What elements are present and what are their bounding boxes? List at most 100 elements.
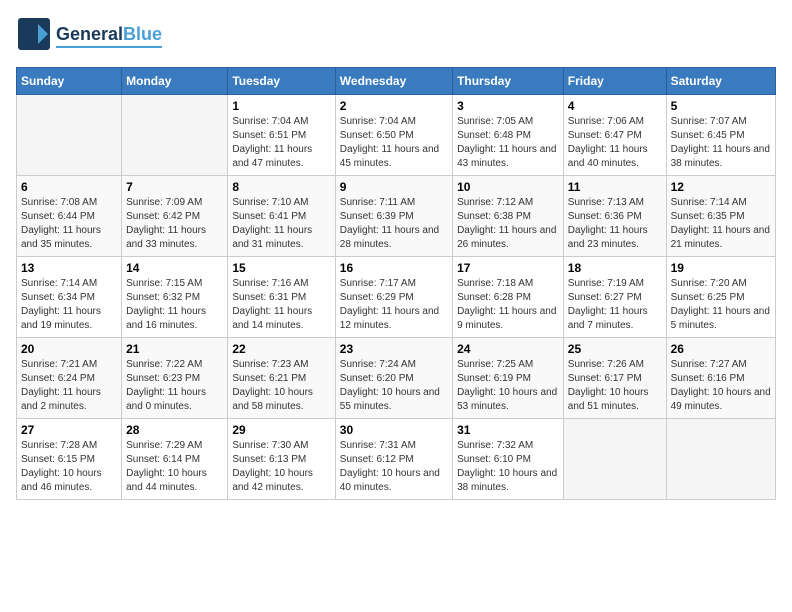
calendar-cell: 14Sunrise: 7:15 AMSunset: 6:32 PMDayligh… (122, 257, 228, 338)
day-info: Sunrise: 7:07 AMSunset: 6:45 PMDaylight:… (671, 115, 771, 171)
calendar-cell: 21 Sunrise: 7:22 AMSunset: 6:23 PMDayligh… (122, 338, 228, 419)
day-info: Sunrise: 7:29 AMSunset: 6:14 PMDaylight:… (126, 439, 223, 495)
calendar-week-row: 27 Sunrise: 7:28 AMSunset: 6:15 PMDayligh… (17, 419, 776, 500)
calendar-cell: 1 Sunrise: 7:04 AMSunset: 6:51 PMDaylight… (228, 95, 335, 176)
calendar-cell: 6 Sunrise: 7:08 AMSunset: 6:44 PMDaylight… (17, 176, 122, 257)
day-number: 24 (457, 342, 559, 356)
day-number: 5 (671, 99, 771, 113)
calendar-cell: 5 Sunrise: 7:07 AMSunset: 6:45 PMDaylight… (666, 95, 775, 176)
calendar-cell: 29 Sunrise: 7:30 AMSunset: 6:13 PMDayligh… (228, 419, 335, 500)
day-info: Sunrise: 7:31 AMSunset: 6:12 PMDaylight:… (340, 439, 448, 495)
calendar-cell: 27 Sunrise: 7:28 AMSunset: 6:15 PMDayligh… (17, 419, 122, 500)
calendar-cell: 3 Sunrise: 7:05 AMSunset: 6:48 PMDaylight… (453, 95, 564, 176)
day-number: 23 (340, 342, 448, 356)
day-info: Sunrise: 7:28 AMSunset: 6:15 PMDaylight:… (21, 439, 117, 495)
calendar-cell: 4 Sunrise: 7:06 AMSunset: 6:47 PMDaylight… (563, 95, 666, 176)
calendar-cell: 28 Sunrise: 7:29 AMSunset: 6:14 PMDayligh… (122, 419, 228, 500)
calendar-table: SundayMondayTuesdayWednesdayThursdayFrid… (16, 67, 776, 500)
calendar-week-row: 6 Sunrise: 7:08 AMSunset: 6:44 PMDaylight… (17, 176, 776, 257)
day-info: Sunrise: 7:22 AMSunset: 6:23 PMDaylight:… (126, 358, 223, 414)
day-number: 4 (568, 99, 662, 113)
day-number: 13 (21, 261, 117, 275)
calendar-cell: 13 Sunrise: 7:14 AMSunset: 6:34 PMDayligh… (17, 257, 122, 338)
calendar-cell: 15 Sunrise: 7:16 AMSunset: 6:31 PMDayligh… (228, 257, 335, 338)
day-number: 20 (21, 342, 117, 356)
day-info: Sunrise: 7:11 AMSunset: 6:39 PMDaylight:… (340, 196, 448, 252)
day-info: Sunrise: 7:20 AMSunset: 6:25 PMDaylight:… (671, 277, 771, 333)
calendar-week-row: 13 Sunrise: 7:14 AMSunset: 6:34 PMDayligh… (17, 257, 776, 338)
weekday-header: Friday (563, 68, 666, 95)
weekday-header: Monday (122, 68, 228, 95)
day-info: Sunrise: 7:05 AMSunset: 6:48 PMDaylight:… (457, 115, 559, 171)
day-number: 16 (340, 261, 448, 275)
day-info: Sunrise: 7:16 AMSunset: 6:31 PMDaylight:… (232, 277, 330, 333)
calendar-cell: 25 Sunrise: 7:26 AMSunset: 6:17 PMDayligh… (563, 338, 666, 419)
calendar-cell (17, 95, 122, 176)
day-number: 25 (568, 342, 662, 356)
day-info: Sunrise: 7:09 AMSunset: 6:42 PMDaylight:… (126, 196, 223, 252)
calendar-cell: 18 Sunrise: 7:19 AMSunset: 6:27 PMDayligh… (563, 257, 666, 338)
day-number: 27 (21, 423, 117, 437)
day-number: 21 (126, 342, 223, 356)
day-info: Sunrise: 7:19 AMSunset: 6:27 PMDaylight:… (568, 277, 662, 333)
calendar-cell: 22 Sunrise: 7:23 AMSunset: 6:21 PMDayligh… (228, 338, 335, 419)
weekday-header: Thursday (453, 68, 564, 95)
weekday-header: Tuesday (228, 68, 335, 95)
day-number: 8 (232, 180, 330, 194)
calendar-cell: 31 Sunrise: 7:32 AMSunset: 6:10 PMDayligh… (453, 419, 564, 500)
weekday-header: Wednesday (335, 68, 452, 95)
day-number: 6 (21, 180, 117, 194)
day-number: 29 (232, 423, 330, 437)
day-number: 28 (126, 423, 223, 437)
calendar-cell: 24 Sunrise: 7:25 AMSunset: 6:19 PMDayligh… (453, 338, 564, 419)
day-info: Sunrise: 7:04 AMSunset: 6:50 PMDaylight:… (340, 115, 448, 171)
calendar-body: 1 Sunrise: 7:04 AMSunset: 6:51 PMDaylight… (17, 95, 776, 500)
day-number: 7 (126, 180, 223, 194)
day-info: Sunrise: 7:14 AMSunset: 6:34 PMDaylight:… (21, 277, 117, 333)
calendar-week-row: 1 Sunrise: 7:04 AMSunset: 6:51 PMDaylight… (17, 95, 776, 176)
calendar-cell: 23 Sunrise: 7:24 AMSunset: 6:20 PMDayligh… (335, 338, 452, 419)
day-info: Sunrise: 7:10 AMSunset: 6:41 PMDaylight:… (232, 196, 330, 252)
calendar-cell: 7 Sunrise: 7:09 AMSunset: 6:42 PMDaylight… (122, 176, 228, 257)
weekday-header: Sunday (17, 68, 122, 95)
calendar-cell: 9Sunrise: 7:11 AMSunset: 6:39 PMDaylight… (335, 176, 452, 257)
calendar-cell: 12Sunrise: 7:14 AMSunset: 6:35 PMDayligh… (666, 176, 775, 257)
page-header: GeneralBlue (16, 16, 776, 57)
day-info: Sunrise: 7:24 AMSunset: 6:20 PMDaylight:… (340, 358, 448, 414)
calendar-header: SundayMondayTuesdayWednesdayThursdayFrid… (17, 68, 776, 95)
calendar-cell (666, 419, 775, 500)
calendar-cell: 11 Sunrise: 7:13 AMSunset: 6:36 PMDayligh… (563, 176, 666, 257)
day-number: 18 (568, 261, 662, 275)
day-info: Sunrise: 7:13 AMSunset: 6:36 PMDaylight:… (568, 196, 662, 252)
day-info: Sunrise: 7:27 AMSunset: 6:16 PMDaylight:… (671, 358, 771, 414)
calendar-cell: 2 Sunrise: 7:04 AMSunset: 6:50 PMDaylight… (335, 95, 452, 176)
day-number: 1 (232, 99, 330, 113)
day-info: Sunrise: 7:12 AMSunset: 6:38 PMDaylight:… (457, 196, 559, 252)
day-info: Sunrise: 7:30 AMSunset: 6:13 PMDaylight:… (232, 439, 330, 495)
day-number: 3 (457, 99, 559, 113)
day-number: 30 (340, 423, 448, 437)
logo-text: GeneralBlue (56, 25, 162, 45)
calendar-week-row: 20 Sunrise: 7:21 AMSunset: 6:24 PMDayligh… (17, 338, 776, 419)
logo: GeneralBlue (16, 16, 162, 57)
day-info: Sunrise: 7:08 AMSunset: 6:44 PMDaylight:… (21, 196, 117, 252)
day-number: 11 (568, 180, 662, 194)
day-number: 31 (457, 423, 559, 437)
day-info: Sunrise: 7:32 AMSunset: 6:10 PMDaylight:… (457, 439, 559, 495)
calendar-cell: 20 Sunrise: 7:21 AMSunset: 6:24 PMDayligh… (17, 338, 122, 419)
day-info: Sunrise: 7:21 AMSunset: 6:24 PMDaylight:… (21, 358, 117, 414)
calendar-cell: 8 Sunrise: 7:10 AMSunset: 6:41 PMDaylight… (228, 176, 335, 257)
day-number: 2 (340, 99, 448, 113)
calendar-cell: 30 Sunrise: 7:31 AMSunset: 6:12 PMDayligh… (335, 419, 452, 500)
calendar-cell (122, 95, 228, 176)
day-info: Sunrise: 7:04 AMSunset: 6:51 PMDaylight:… (232, 115, 330, 171)
day-info: Sunrise: 7:26 AMSunset: 6:17 PMDaylight:… (568, 358, 662, 414)
day-info: Sunrise: 7:06 AMSunset: 6:47 PMDaylight:… (568, 115, 662, 171)
day-info: Sunrise: 7:25 AMSunset: 6:19 PMDaylight:… (457, 358, 559, 414)
day-info: Sunrise: 7:14 AMSunset: 6:35 PMDaylight:… (671, 196, 771, 252)
day-number: 22 (232, 342, 330, 356)
calendar-cell: 10Sunrise: 7:12 AMSunset: 6:38 PMDayligh… (453, 176, 564, 257)
day-info: Sunrise: 7:23 AMSunset: 6:21 PMDaylight:… (232, 358, 330, 414)
calendar-cell (563, 419, 666, 500)
day-number: 15 (232, 261, 330, 275)
